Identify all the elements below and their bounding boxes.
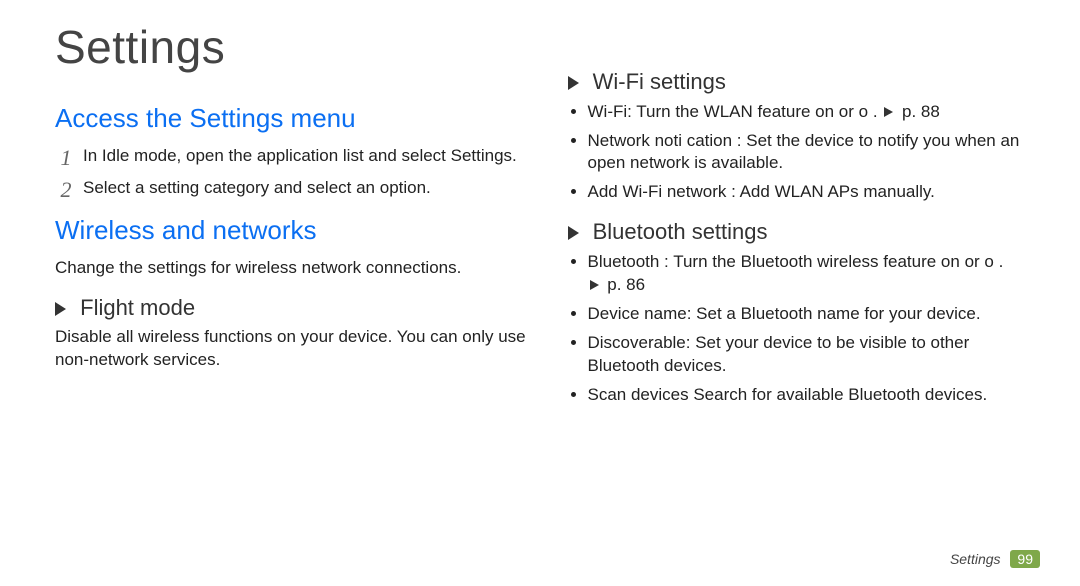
list-item: Device name: Set a Bluetooth name for yo…: [588, 303, 1041, 326]
page-ref: p. 88: [902, 102, 940, 121]
footer-page-number: 99: [1010, 550, 1040, 568]
flight-mode-desc: Disable all wireless functions on your d…: [55, 326, 528, 372]
step-number: 2: [55, 175, 77, 205]
footer-section-label: Settings: [950, 551, 1001, 567]
triangle-right-icon: [884, 107, 893, 117]
page-footer: Settings 99: [950, 550, 1040, 568]
subsection-flight-mode: Flight mode: [55, 294, 528, 323]
chevron-right-icon: [568, 76, 579, 90]
page-ref: p. 86: [607, 275, 645, 294]
step-text: In Idle mode, open the application list …: [83, 146, 517, 165]
subsection-title: Wi-Fi settings: [593, 69, 726, 94]
manual-page: Settings Access the Settings menu 1 In I…: [0, 0, 1080, 586]
section-wireless-networks: Wireless and networks: [55, 214, 528, 247]
step-1: 1 In Idle mode, open the application lis…: [55, 145, 528, 168]
bluetooth-settings-list: Bluetooth : Turn the Bluetooth wireless …: [568, 251, 1041, 407]
subsection-bluetooth-settings: Bluetooth settings: [568, 218, 1041, 247]
step-number: 1: [55, 143, 77, 173]
step-text: Select a setting category and select an …: [83, 178, 431, 197]
chevron-right-icon: [568, 226, 579, 240]
step-2: 2 Select a setting category and select a…: [55, 177, 528, 200]
item-text: Bluetooth : Turn the Bluetooth wireless …: [588, 252, 1004, 271]
subsection-title: Flight mode: [80, 295, 195, 320]
item-text: Wi-Fi: Turn the WLAN feature on or o .: [588, 102, 878, 121]
list-item: Add Wi-Fi network : Add WLAN APs manuall…: [588, 181, 1041, 204]
chevron-right-icon: [55, 302, 66, 316]
list-item: Bluetooth : Turn the Bluetooth wireless …: [588, 251, 1041, 297]
page-title: Settings: [55, 20, 528, 74]
wifi-settings-list: Wi-Fi: Turn the WLAN feature on or o . p…: [568, 101, 1041, 205]
triangle-right-icon: [590, 280, 599, 290]
list-item: Network noti cation : Set the device to …: [588, 130, 1041, 176]
left-column: Settings Access the Settings menu 1 In I…: [55, 20, 528, 556]
wireless-networks-desc: Change the settings for wireless network…: [55, 257, 528, 280]
list-item: Scan devices Search for available Blueto…: [588, 384, 1041, 407]
subsection-title: Bluetooth settings: [593, 219, 768, 244]
list-item: Wi-Fi: Turn the WLAN feature on or o . p…: [588, 101, 1041, 124]
right-column: Wi-Fi settings Wi-Fi: Turn the WLAN feat…: [568, 20, 1041, 556]
list-item: Discoverable: Set your device to be visi…: [588, 332, 1041, 378]
access-steps-list: 1 In Idle mode, open the application lis…: [55, 145, 528, 201]
section-access-settings: Access the Settings menu: [55, 102, 528, 135]
subsection-wifi-settings: Wi-Fi settings: [568, 68, 1041, 97]
